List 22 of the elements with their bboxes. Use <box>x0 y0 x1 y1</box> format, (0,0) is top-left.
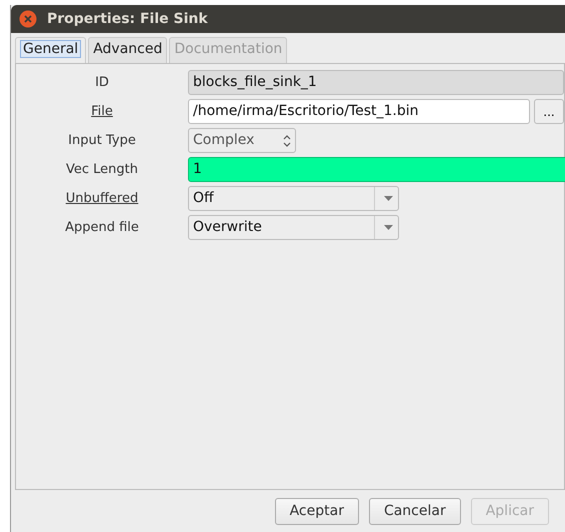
tab[interactable]: General <box>15 37 86 63</box>
id-field[interactable]: blocks_file_sink_1 <box>188 70 564 95</box>
field-label: Vec Length <box>64 160 139 179</box>
field-label: Unbuffered <box>64 190 140 208</box>
window-title: Properties: File Sink <box>47 10 208 28</box>
dropdown-caret-icon[interactable] <box>384 225 393 230</box>
browse-button[interactable]: ... <box>534 99 564 124</box>
field-label: File <box>90 102 114 121</box>
field-label: Append file <box>64 218 140 237</box>
dialog-button[interactable]: Cancelar <box>368 498 461 525</box>
field-label: Input Type <box>67 132 137 150</box>
close-icon[interactable] <box>19 10 37 28</box>
dropdown[interactable]: Off <box>188 186 399 211</box>
spin-field[interactable]: Complex <box>188 128 296 153</box>
dialog-button[interactable]: Aceptar <box>274 498 359 525</box>
tab[interactable]: Advanced <box>88 37 168 63</box>
dropdown-caret-icon[interactable] <box>384 196 393 201</box>
dropdown[interactable]: Overwrite <box>188 215 399 240</box>
spinner-arrows-icon[interactable] <box>283 134 291 146</box>
field-label: ID <box>94 74 110 92</box>
file-field[interactable]: /home/irma/Escritorio/Test_1.bin <box>188 99 530 124</box>
text-field[interactable]: 1 <box>188 157 565 182</box>
